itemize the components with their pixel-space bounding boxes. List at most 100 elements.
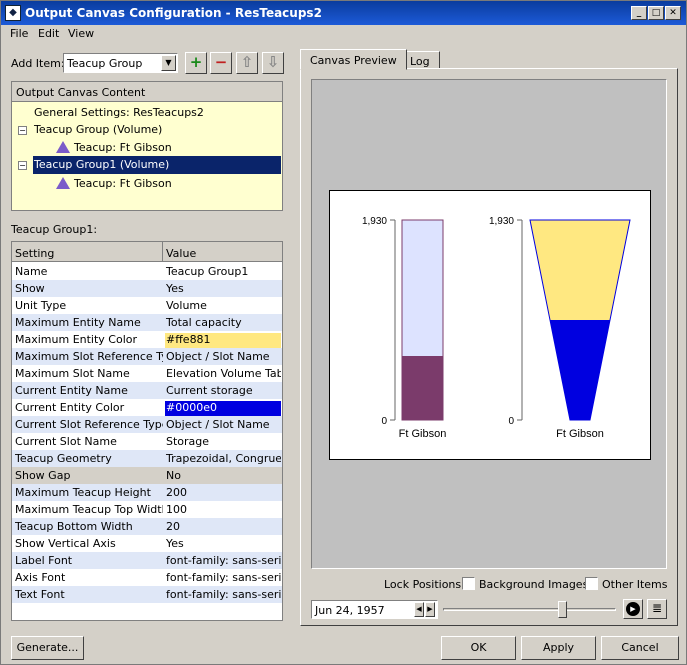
lock-positions-label: Lock Positions: [384, 578, 465, 591]
tree-item-teacup[interactable]: Teacup: Ft Gibson [56, 175, 172, 193]
apply-button[interactable]: Apply [521, 636, 596, 660]
table-row[interactable]: Show Gap No [12, 467, 282, 484]
remove-icon: − [214, 53, 228, 71]
list-icon: ≣ [651, 601, 663, 615]
time-slider-track[interactable] [443, 608, 616, 611]
setting-name: Teacup Geometry [15, 452, 112, 465]
setting-value[interactable]: Teacup Group1 [165, 265, 281, 280]
table-row[interactable]: Current Entity Name Current storage [12, 382, 282, 399]
setting-value[interactable]: font-family: sans-serif; [165, 571, 281, 586]
maximize-button[interactable]: □ [648, 6, 664, 20]
setting-value[interactable]: Trapezoidal, Congruent [165, 452, 281, 467]
setting-value[interactable]: #0000e0 [165, 401, 281, 416]
config-window: ◆ Output Canvas Configuration - ResTeacu… [0, 0, 687, 665]
table-row[interactable]: Current Slot Reference Type Object / Slot… [12, 416, 282, 433]
setting-name: Maximum Entity Color [15, 333, 138, 346]
remove-item-button[interactable]: − [210, 52, 232, 74]
move-down-button[interactable]: ⇩ [262, 52, 284, 74]
teacup-icon [56, 177, 70, 189]
setting-name: Show Vertical Axis [15, 537, 116, 550]
minimize-button[interactable]: _ [631, 6, 647, 20]
table-row[interactable]: Label Font font-family: sans-serif; [12, 552, 282, 569]
date-field[interactable]: Jun 24, 1957 ◀ ▶ [311, 600, 438, 619]
table-row[interactable]: Maximum Entity Color #ffe881 [12, 331, 282, 348]
generate-button[interactable]: Generate... [11, 636, 84, 660]
setting-value[interactable]: Elevation Volume Table [165, 367, 281, 382]
table-row[interactable]: Maximum Entity Name Total capacity [12, 314, 282, 331]
header-value: Value [166, 247, 197, 260]
setting-value[interactable]: 100 [165, 503, 281, 518]
axis-tick-label-min: 0 [381, 416, 387, 427]
time-slider-thumb[interactable] [557, 601, 567, 618]
menu-edit[interactable]: Edit [38, 27, 59, 40]
table-row[interactable]: Maximum Slot Name Elevation Volume Table [12, 365, 282, 382]
tab-canvas-preview[interactable]: Canvas Preview [300, 49, 407, 70]
tree-item-teacup-group1[interactable]: Teacup Group1 (Volume) [33, 156, 281, 174]
setting-value[interactable]: font-family: sans-serif; [165, 554, 281, 569]
app-icon: ◆ [5, 5, 21, 21]
setting-value[interactable]: Yes [165, 282, 281, 297]
collapse-icon[interactable]: − [18, 161, 27, 170]
setting-name: Maximum Teacup Top Width [15, 503, 163, 516]
canvas-preview[interactable]: 1,930 0 Ft Gibson 1,930 0 Ft Gibson [311, 79, 667, 569]
table-row[interactable]: Teacup Bottom Width 20 [12, 518, 282, 535]
setting-value[interactable]: Yes [165, 537, 281, 552]
play-button[interactable]: ▶ [623, 599, 643, 619]
setting-value[interactable]: Object / Slot Name [165, 418, 281, 433]
move-down-icon: ⇩ [266, 53, 280, 71]
table-row[interactable]: Teacup Geometry Trapezoidal, Congruent [12, 450, 282, 467]
background-images-label: Background Images [479, 578, 589, 591]
play-icon: ▶ [626, 602, 640, 616]
other-items-checkbox[interactable] [585, 577, 598, 590]
tree-header: Output Canvas Content [12, 82, 282, 102]
setting-name: Maximum Teacup Height [15, 486, 151, 499]
setting-value[interactable]: 20 [165, 520, 281, 535]
setting-value[interactable]: 200 [165, 486, 281, 501]
setting-value[interactable]: No [165, 469, 281, 484]
table-row[interactable]: Text Font font-family: sans-serif; [12, 586, 282, 603]
menu-bar: File Edit View [1, 25, 686, 43]
settings-button[interactable]: ≣ [647, 599, 667, 619]
tree-item-teacup[interactable]: Teacup: Ft Gibson [56, 139, 172, 157]
table-row[interactable]: Unit Type Volume [12, 297, 282, 314]
setting-value[interactable]: Total capacity [165, 316, 281, 331]
setting-value[interactable]: font-family: sans-serif; [165, 588, 281, 603]
setting-value[interactable]: Current storage [165, 384, 281, 399]
setting-name: Unit Type [15, 299, 67, 312]
table-row[interactable]: Maximum Teacup Top Width 100 [12, 501, 282, 518]
add-item-value: Teacup Group [67, 57, 143, 70]
background-images-checkbox[interactable] [462, 577, 475, 590]
setting-value[interactable]: Volume [165, 299, 281, 314]
ok-button[interactable]: OK [441, 636, 516, 660]
add-item-select[interactable]: Teacup Group ▼ [63, 53, 178, 73]
table-row[interactable]: Show Yes [12, 280, 282, 297]
table-row[interactable]: Maximum Teacup Height 200 [12, 484, 282, 501]
date-next-button[interactable]: ▶ [425, 602, 435, 617]
table-row[interactable]: Name Teacup Group1 [12, 263, 282, 280]
teacup-canvas: 1,930 0 Ft Gibson 1,930 0 Ft Gibson [329, 190, 651, 460]
other-items-label: Other Items [602, 578, 668, 591]
close-button[interactable]: ✕ [665, 6, 681, 20]
chevron-down-icon[interactable]: ▼ [161, 55, 176, 71]
tree-item-general-settings[interactable]: General Settings: ResTeacups2 [34, 104, 204, 122]
collapse-icon[interactable]: − [18, 126, 27, 135]
table-row[interactable]: Axis Font font-family: sans-serif; [12, 569, 282, 586]
setting-value[interactable]: #ffe881 [165, 333, 281, 348]
add-item-button[interactable]: + [185, 52, 207, 74]
date-prev-button[interactable]: ◀ [414, 602, 424, 617]
menu-file[interactable]: File [10, 27, 28, 40]
teacup-chart: 1,930 0 Ft Gibson 1,930 0 Ft Gibson [362, 216, 631, 440]
setting-value[interactable]: Object / Slot Name [165, 350, 281, 365]
teacup-icon [56, 141, 70, 153]
table-row[interactable]: Current Entity Color #0000e0 [12, 399, 282, 416]
cancel-button[interactable]: Cancel [601, 636, 679, 660]
tree-item-teacup-group[interactable]: Teacup Group (Volume) [34, 121, 162, 139]
table-row[interactable]: Maximum Slot Reference TypeObject / Slot… [12, 348, 282, 365]
menu-view[interactable]: View [68, 27, 94, 40]
move-up-button[interactable]: ⇧ [236, 52, 258, 74]
setting-value[interactable]: Storage [165, 435, 281, 450]
table-row[interactable]: Current Slot Name Storage [12, 433, 282, 450]
table-row[interactable]: Show Vertical Axis Yes [12, 535, 282, 552]
teacup-label: Ft Gibson [556, 428, 604, 440]
axis-tick-label-max: 1,930 [489, 216, 514, 227]
